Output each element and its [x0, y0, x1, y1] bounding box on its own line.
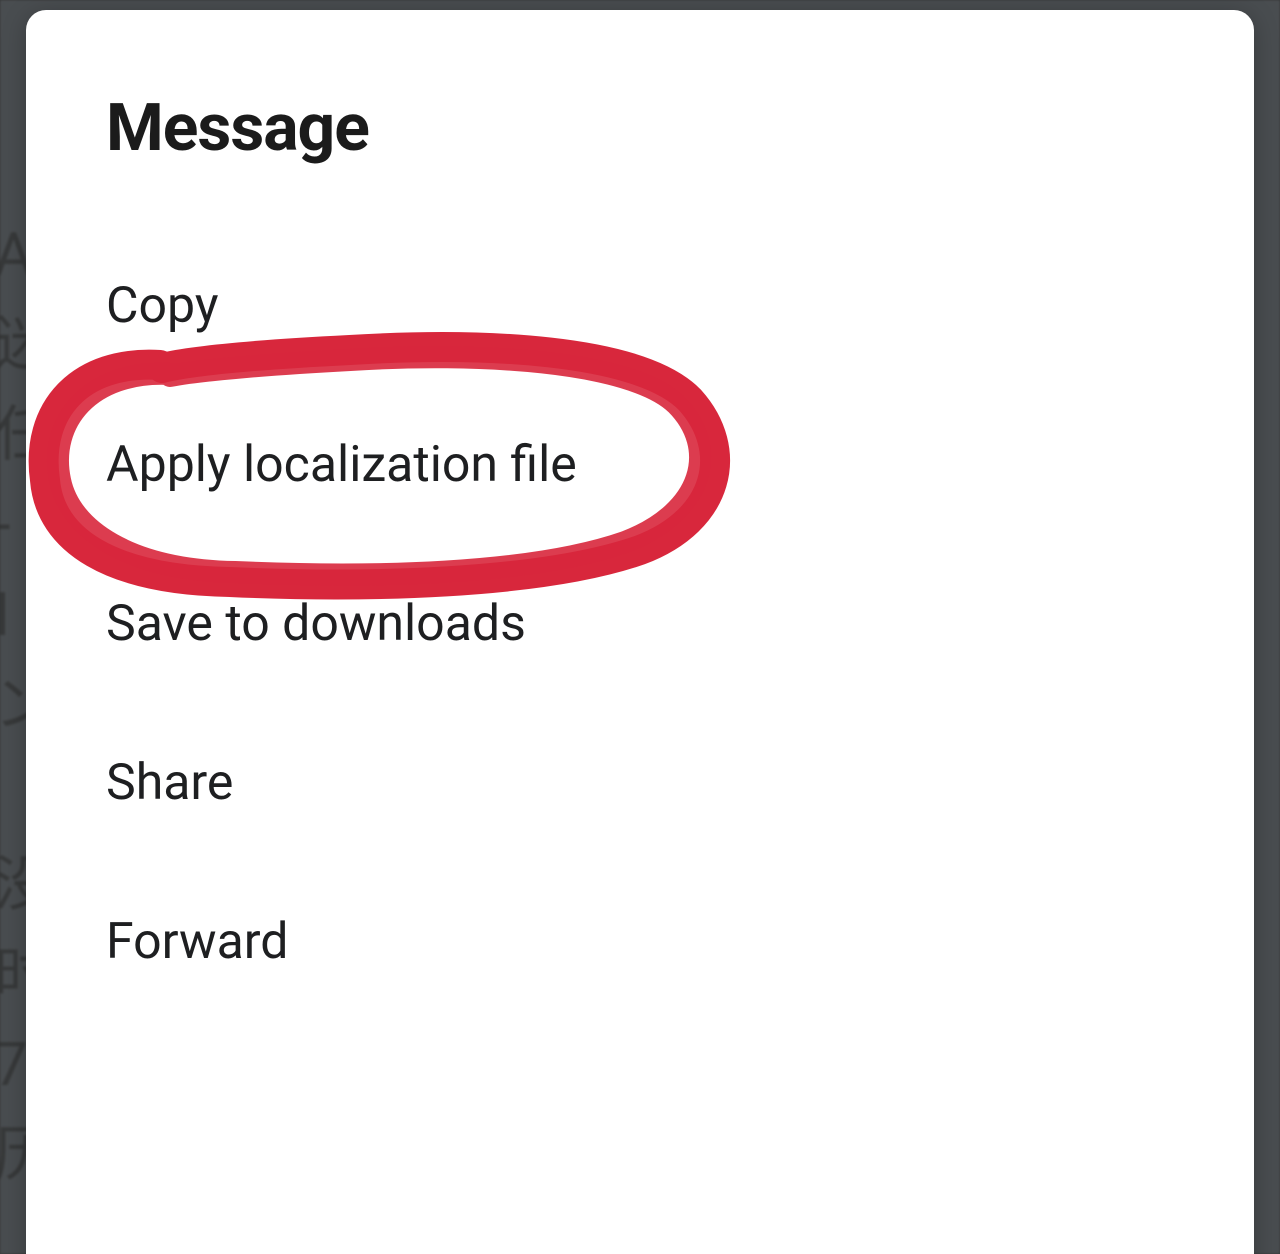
menu-item-apply-localization-file[interactable]: Apply localization file — [26, 386, 1254, 545]
menu-item-share[interactable]: Share — [26, 704, 1254, 863]
menu-item-copy[interactable]: Copy — [26, 227, 1254, 386]
menu-item-forward[interactable]: Forward — [26, 863, 1254, 1022]
message-action-sheet: Message Copy Apply localization file Sav… — [26, 10, 1254, 1254]
menu-item-save-to-downloads[interactable]: Save to downloads — [26, 545, 1254, 704]
sheet-title: Message — [106, 90, 1254, 167]
